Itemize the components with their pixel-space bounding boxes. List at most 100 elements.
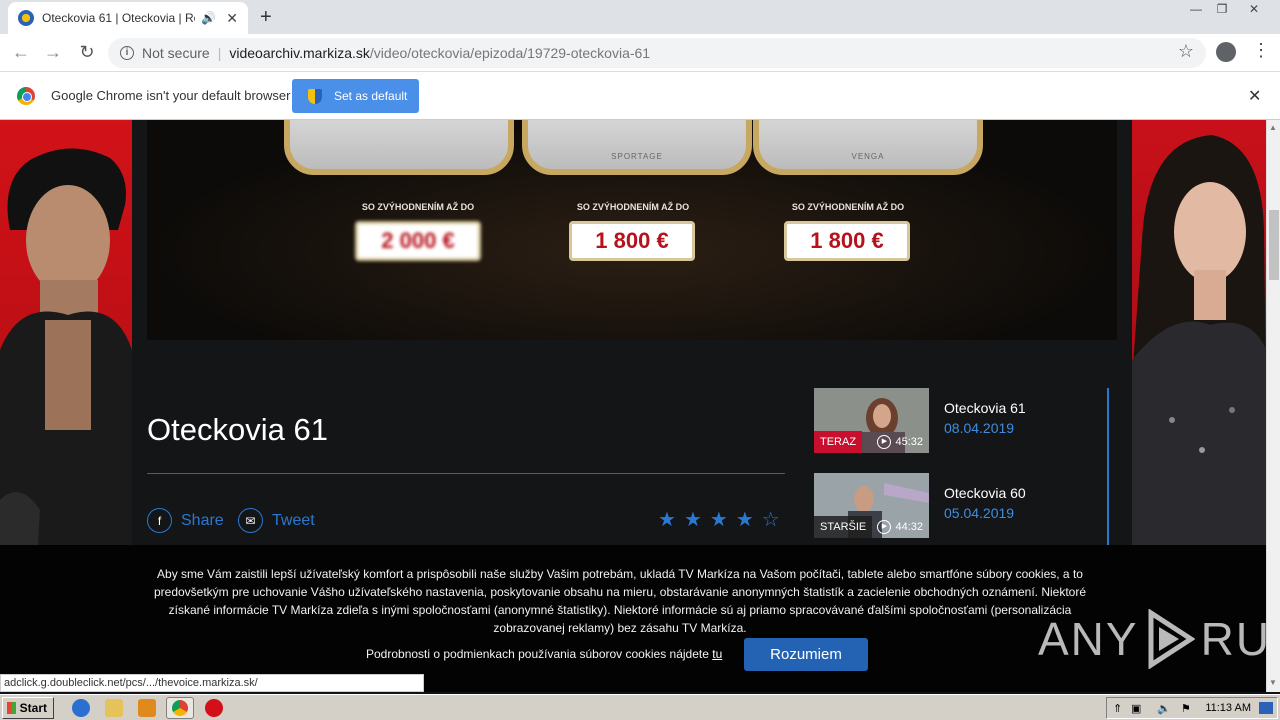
- browser-tab[interactable]: Oteckovia 61 | Oteckovia | Relá 🔊 ✕: [8, 2, 248, 34]
- tray-arrow-icon[interactable]: ⇑: [1113, 702, 1122, 715]
- bookmark-star-icon[interactable]: ☆: [1178, 41, 1194, 62]
- start-label: Start: [19, 701, 47, 715]
- restore-window-button[interactable]: ❐: [1208, 0, 1236, 20]
- show-desktop-icon[interactable]: [1259, 702, 1273, 714]
- reel-label-3: VENGA: [851, 152, 885, 161]
- flag-icon[interactable]: ⚑: [1181, 702, 1191, 715]
- cookie-consent-bar: Aby sme Vám zaistili lepší užívateľský k…: [0, 545, 1266, 692]
- back-arrow-icon[interactable]: ←: [10, 42, 32, 63]
- windows-logo-icon: [7, 702, 16, 714]
- url-separator: |: [217, 45, 222, 61]
- account-icon[interactable]: [1216, 42, 1236, 62]
- episode-thumbnail[interactable]: TERAZ ▶ 45:32: [814, 388, 929, 453]
- security-tool-icon[interactable]: [205, 699, 223, 717]
- new-tab-button[interactable]: +: [260, 6, 272, 29]
- page-scrollbar[interactable]: ▲ ▼: [1266, 120, 1280, 692]
- start-button[interactable]: Start: [2, 697, 54, 719]
- close-tab-icon[interactable]: ✕: [226, 10, 238, 27]
- close-window-button[interactable]: ✕: [1240, 0, 1268, 20]
- facebook-share-button[interactable]: f Share: [147, 508, 224, 533]
- site-favicon-icon: [18, 10, 34, 26]
- cookie-details-line: Podrobnosti o podmienkach používania súb…: [366, 647, 722, 661]
- scroll-down-icon[interactable]: ▼: [1269, 678, 1277, 687]
- title-divider: [147, 473, 785, 474]
- related-episode-name[interactable]: Oteckovia 61: [944, 400, 1026, 416]
- system-tray: ⇑ ▣ 🔈 ⚑ 11:13 AM: [1106, 697, 1278, 719]
- anyrun-watermark: ANY RUN: [1038, 607, 1266, 671]
- reel-label-2: SPORTAGE: [611, 152, 663, 161]
- menu-dots-icon[interactable]: ⋮: [1252, 40, 1270, 61]
- scrollbar-thumb[interactable]: [1269, 210, 1279, 280]
- twitter-tweet-button[interactable]: ✉ Tweet: [238, 508, 315, 533]
- uac-shield-icon: [308, 88, 322, 104]
- duration-value: 44:32: [895, 521, 923, 533]
- star-filled-icon[interactable]: ★: [684, 510, 702, 530]
- taskbar-clock: 11:13 AM: [1205, 702, 1251, 714]
- infobar-message: Google Chrome isn't your default browser: [51, 88, 291, 103]
- forward-arrow-icon[interactable]: →: [42, 42, 64, 63]
- related-episode-date: 08.04.2019: [944, 420, 1015, 436]
- security-status: Not secure: [142, 45, 210, 61]
- tab-title: Oteckovia 61 | Oteckovia | Relá: [42, 11, 196, 25]
- facebook-icon: f: [147, 508, 172, 533]
- slot-reel-3: VENGA: [753, 120, 983, 175]
- status-badge: STARŠIE: [814, 516, 873, 538]
- cookie-details-link[interactable]: tu: [712, 647, 722, 661]
- price-tag-3: 1 800 €: [784, 221, 910, 261]
- page-viewport: SPORTAGE VENGA SO ZVÝHODNENÍM AŽ DO SO Z…: [0, 120, 1266, 692]
- set-as-default-button[interactable]: Set as default: [292, 79, 419, 113]
- volume-icon[interactable]: 🔈: [1157, 702, 1171, 715]
- accept-cookies-button[interactable]: Rozumiem: [744, 638, 868, 671]
- close-infobar-icon[interactable]: ✕: [1248, 86, 1261, 106]
- tab-strip: Oteckovia 61 | Oteckovia | Relá 🔊 ✕ + — …: [0, 0, 1280, 34]
- star-filled-icon[interactable]: ★: [710, 510, 728, 530]
- chrome-icon: [172, 700, 188, 716]
- ie-icon[interactable]: [72, 699, 90, 717]
- car-promo-banner[interactable]: SPORTAGE VENGA SO ZVÝHODNENÍM AŽ DO SO Z…: [147, 120, 1117, 340]
- cookie-details-text: Podrobnosti o podmienkach používania súb…: [366, 647, 709, 661]
- network-icon[interactable]: ▣: [1131, 702, 1141, 715]
- offer-label-3: SO ZVÝHODNENÍM AŽ DO: [791, 202, 905, 212]
- url-path: /video/oteckovia/epizoda/19729-oteckovia…: [369, 45, 651, 61]
- play-icon: ▶: [877, 520, 892, 534]
- folder-icon[interactable]: [105, 699, 123, 717]
- twitter-icon: ✉: [238, 508, 263, 533]
- offer-label-1: SO ZVÝHODNENÍM AŽ DO: [361, 202, 475, 212]
- related-episodes-list: TERAZ ▶ 45:32 Oteckovia 61 08.04.2019 STA…: [814, 388, 1110, 548]
- address-bar[interactable]: i Not secure | videoarchiv.markiza.sk/vi…: [108, 38, 1206, 68]
- media-player-icon[interactable]: [138, 699, 156, 717]
- slot-reel-2: SPORTAGE: [522, 120, 752, 175]
- duration-label: ▶ 45:32: [877, 435, 923, 449]
- slot-reel-1: [284, 120, 514, 175]
- tweet-label: Tweet: [272, 511, 315, 529]
- chrome-logo-icon: [17, 87, 35, 105]
- offer-label-2: SO ZVÝHODNENÍM AŽ DO: [576, 202, 690, 212]
- scroll-up-icon[interactable]: ▲: [1269, 123, 1277, 132]
- star-filled-icon[interactable]: ★: [658, 510, 676, 530]
- status-url-bubble: adclick.g.doubleclick.net/pcs/.../thevoi…: [0, 674, 424, 692]
- speaker-icon[interactable]: 🔊: [201, 11, 216, 25]
- duration-label: ▶ 44:32: [877, 520, 923, 534]
- set-as-default-label: Set as default: [334, 89, 408, 103]
- play-triangle-icon: [1148, 609, 1195, 669]
- related-episode-2[interactable]: STARŠIE ▶ 44:32 Oteckovia 60 05.04.2019: [814, 473, 1104, 538]
- related-episode-name[interactable]: Oteckovia 60: [944, 485, 1026, 501]
- duration-value: 45:32: [895, 436, 923, 448]
- rating-stars[interactable]: ★ ★ ★ ★ ☆: [658, 510, 780, 530]
- related-episode-1[interactable]: TERAZ ▶ 45:32 Oteckovia 61 08.04.2019: [814, 388, 1104, 453]
- info-icon[interactable]: i: [120, 46, 134, 60]
- play-icon: ▶: [877, 435, 892, 449]
- reload-icon[interactable]: ↻: [76, 42, 98, 63]
- minimize-window-button[interactable]: —: [1182, 0, 1210, 20]
- price-tag-2: 1 800 €: [569, 221, 695, 261]
- episode-thumbnail[interactable]: STARŠIE ▶ 44:32: [814, 473, 929, 538]
- watermark-left: ANY: [1038, 613, 1139, 665]
- related-list-scrollbar[interactable]: [1107, 388, 1109, 548]
- url-host: videoarchiv.markiza.sk: [229, 45, 370, 61]
- related-episode-date: 05.04.2019: [944, 505, 1015, 521]
- watermark-right: RUN: [1200, 613, 1266, 665]
- star-filled-icon[interactable]: ★: [736, 510, 754, 530]
- star-empty-icon[interactable]: ☆: [762, 510, 780, 530]
- cookie-message: Aby sme Vám zaistili lepší užívateľský k…: [153, 567, 1087, 635]
- default-browser-infobar: Google Chrome isn't your default browser: [0, 72, 1280, 120]
